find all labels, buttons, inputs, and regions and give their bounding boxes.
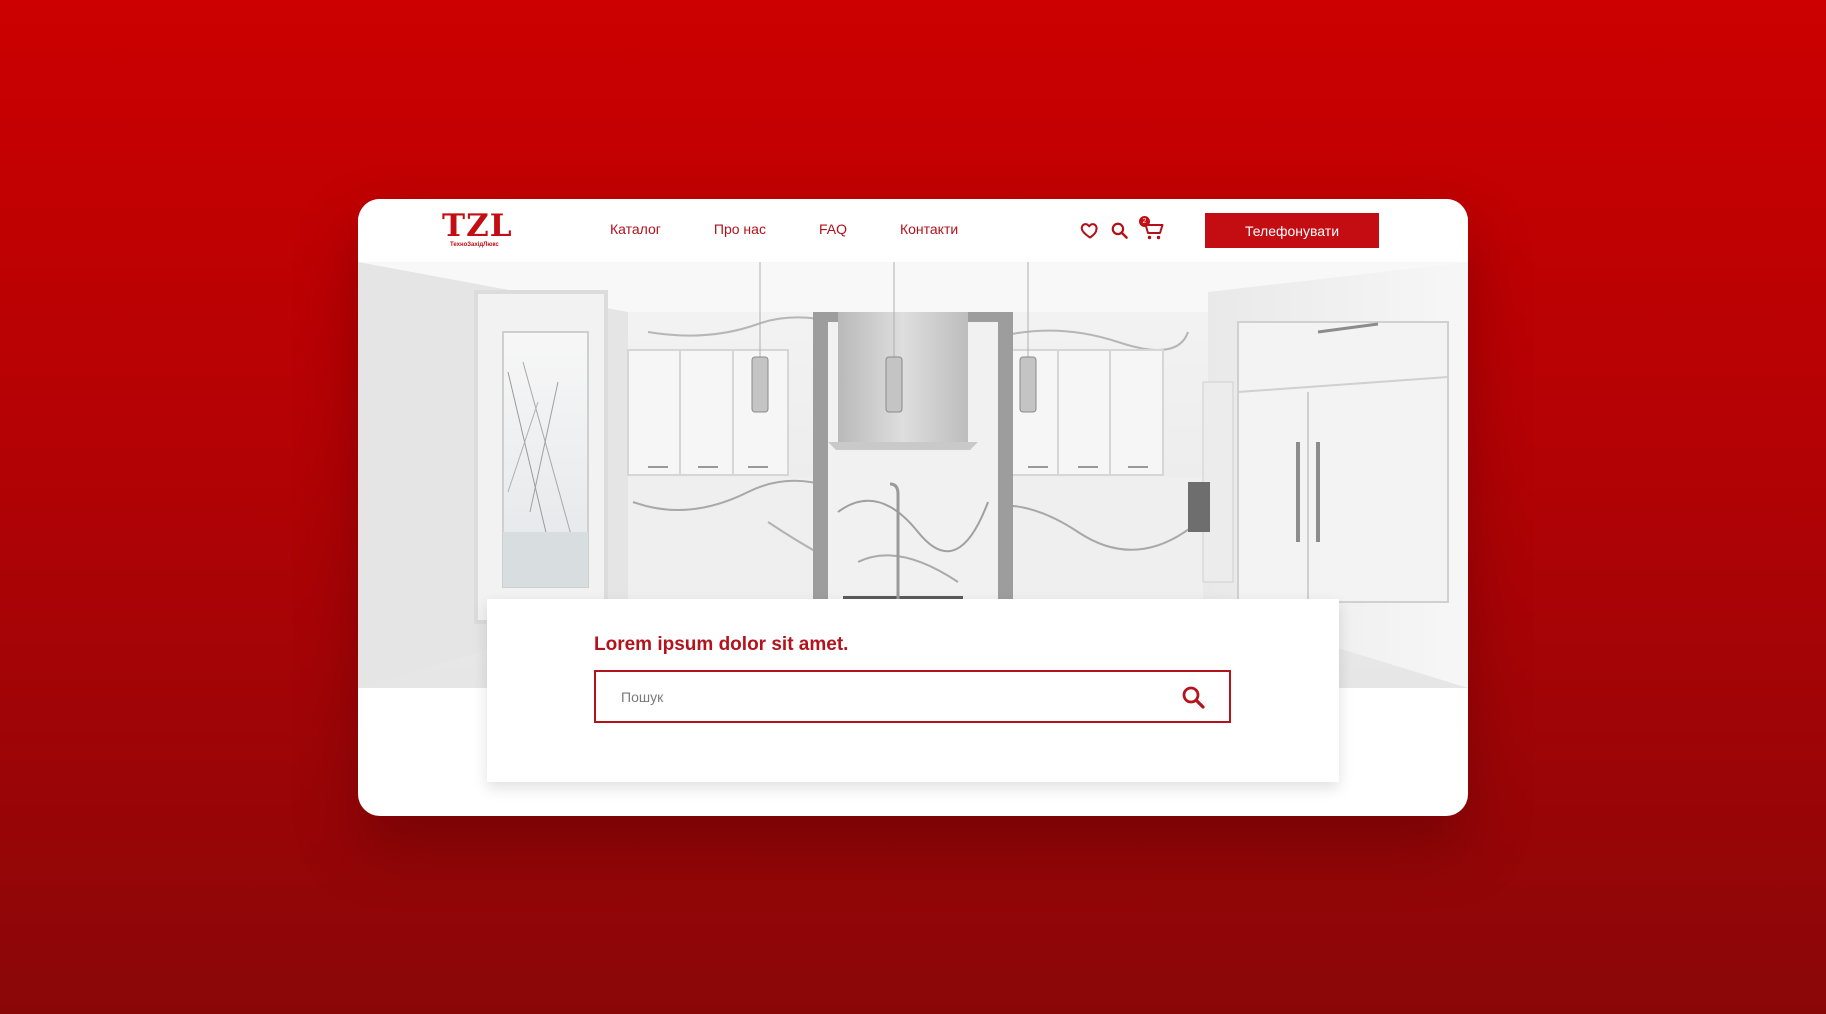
- search-icon[interactable]: [1110, 221, 1129, 245]
- call-button[interactable]: Телефонувати: [1205, 213, 1379, 248]
- nav-item-catalog[interactable]: Каталог: [610, 221, 661, 237]
- brand-logo[interactable]: TZL ТехноЗахідЛюкс: [442, 208, 522, 249]
- nav-item-about[interactable]: Про нас: [714, 221, 766, 237]
- heart-icon[interactable]: [1080, 220, 1100, 245]
- search-box: [594, 670, 1231, 723]
- website-card: TZL ТехноЗахідЛюкс Каталог Про нас FAQ К…: [358, 199, 1468, 816]
- cart-count-badge: 2: [1139, 216, 1150, 227]
- cart-icon[interactable]: 2: [1139, 216, 1165, 246]
- nav-item-faq[interactable]: FAQ: [819, 221, 847, 237]
- search-submit-icon[interactable]: [1181, 685, 1205, 714]
- nav-item-contacts[interactable]: Контакти: [900, 221, 958, 237]
- header-icons: 2: [1080, 216, 1175, 246]
- main-nav: Каталог Про нас FAQ Контакти: [610, 221, 1011, 237]
- search-panel: Lorem ipsum dolor sit amet.: [487, 599, 1339, 782]
- search-heading: Lorem ipsum dolor sit amet.: [594, 634, 849, 655]
- logo-mark: TZL: [442, 208, 513, 244]
- site-header: TZL ТехноЗахідЛюкс Каталог Про нас FAQ К…: [358, 199, 1468, 262]
- search-input[interactable]: [596, 672, 1156, 721]
